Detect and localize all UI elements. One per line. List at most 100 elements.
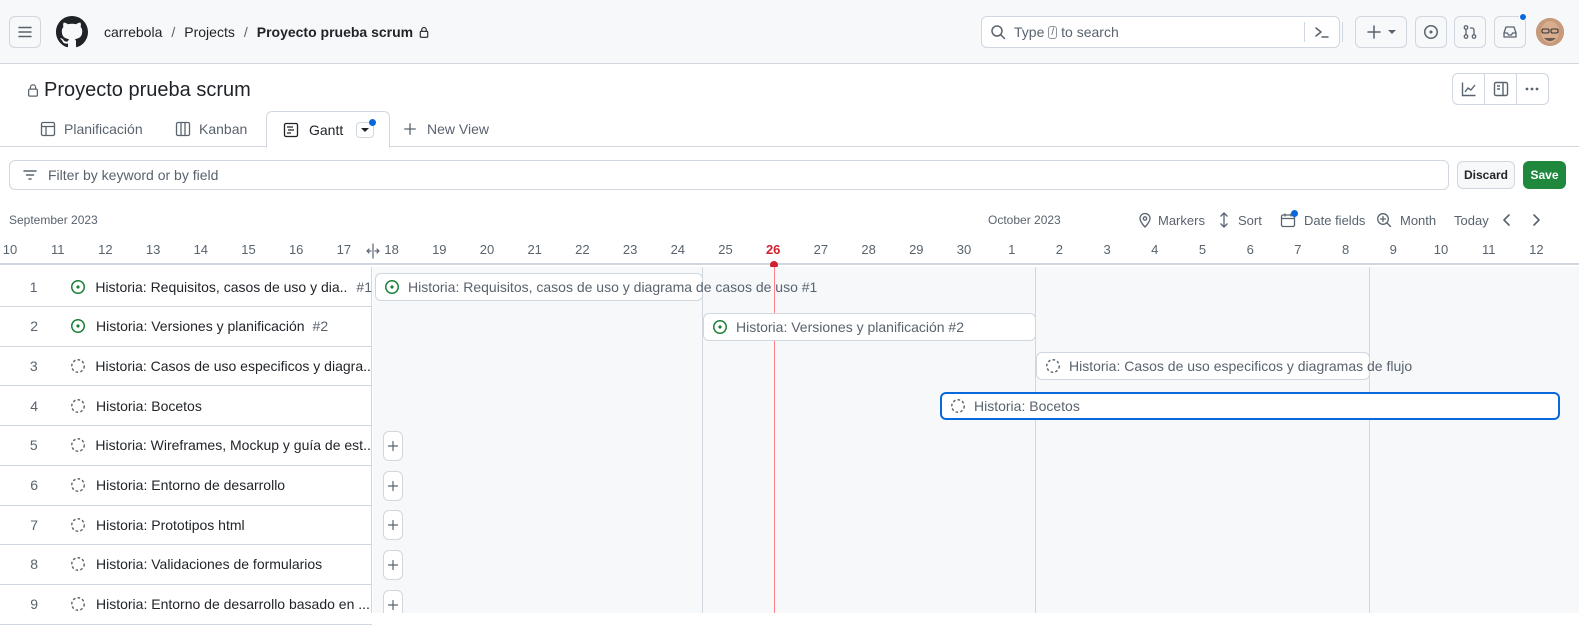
gantt-bar[interactable]: Historia: Requisitos, casos de uso y dia… xyxy=(375,273,817,301)
today-button[interactable]: Today xyxy=(1454,209,1489,231)
issue-draft-icon xyxy=(71,517,85,532)
table-row[interactable]: 2 Historia: Versiones y planificación #2 xyxy=(0,307,372,347)
day-label: 20 xyxy=(479,242,495,257)
row-number: 1 xyxy=(29,278,38,295)
row-gridline xyxy=(373,425,1579,426)
gantt-bar[interactable]: Historia: Bocetos xyxy=(940,392,1560,420)
breadcrumb-owner[interactable]: carrebola xyxy=(104,24,162,40)
issue-draft-icon xyxy=(70,438,85,453)
month-label: September 2023 xyxy=(9,213,98,227)
search-placeholder-before: Type xyxy=(1014,24,1045,40)
save-button[interactable]: Save xyxy=(1523,161,1566,189)
chevron-right-icon xyxy=(1533,214,1540,226)
issue-draft-icon xyxy=(71,557,85,572)
table-icon xyxy=(40,121,56,137)
row-gridline xyxy=(373,346,1579,347)
table-row[interactable]: 3 Historia: Casos de uso especificos y di… xyxy=(0,346,372,387)
status-icon xyxy=(70,517,90,533)
table-row[interactable]: 9 Historia: Entorno de desarrollo basado … xyxy=(0,585,372,625)
status-icon xyxy=(70,279,90,295)
chevron-left-icon xyxy=(1503,214,1510,226)
github-logo-icon[interactable] xyxy=(56,16,88,48)
row-title[interactable]: Historia: Entorno de desarrollo xyxy=(96,477,285,493)
add-date-button[interactable] xyxy=(383,589,403,613)
day-label: 21 xyxy=(527,242,542,257)
insights-button[interactable] xyxy=(1453,74,1486,104)
row-gridline xyxy=(373,306,1579,307)
filter-input[interactable]: Filter by keyword or by field xyxy=(9,160,1449,190)
item-list: 1 Historia: Requisitos, casos de uso y di… xyxy=(0,267,372,625)
issue-open-icon xyxy=(70,279,85,294)
gantt-bar-label: Historia: Versiones y planificación #2 xyxy=(736,319,965,335)
day-label: 23 xyxy=(622,242,638,257)
more-options-button[interactable] xyxy=(1517,74,1548,104)
issues-button[interactable] xyxy=(1415,16,1447,48)
terminal-icon[interactable] xyxy=(1314,24,1330,40)
zoom-level-button[interactable]: Month xyxy=(1376,209,1436,231)
row-title[interactable]: Historia: Prototipos html xyxy=(96,517,245,533)
avatar[interactable] xyxy=(1536,18,1564,46)
tab-gantt[interactable]: Gantt xyxy=(266,111,390,148)
markers-button[interactable]: Markers xyxy=(1137,209,1205,231)
table-row[interactable]: 7 Historia: Prototipos html xyxy=(0,505,372,546)
day-label: 17 xyxy=(336,242,352,257)
hamburger-icon xyxy=(18,26,32,38)
pull-requests-button[interactable] xyxy=(1454,16,1486,48)
add-date-button[interactable] xyxy=(383,510,403,541)
status-icon xyxy=(950,398,966,414)
table-row[interactable]: 8 Historia: Validaciones de formularios xyxy=(0,545,372,585)
search-input[interactable]: Type / to search xyxy=(981,16,1340,48)
row-title[interactable]: Historia: Casos de uso especificos y dia… xyxy=(95,358,372,374)
next-button[interactable] xyxy=(1528,209,1544,231)
issue-open-icon xyxy=(713,320,727,334)
table-row[interactable]: 1 Historia: Requisitos, casos de uso y di… xyxy=(0,267,372,307)
row-number: 9 xyxy=(30,596,38,613)
day-label: 5 xyxy=(1198,242,1207,257)
row-title[interactable]: Historia: Bocetos xyxy=(96,398,202,414)
row-title[interactable]: Historia: Requisitos, casos de uso y dia… xyxy=(95,279,348,295)
create-new-button[interactable] xyxy=(1355,16,1407,48)
row-title[interactable]: Historia: Validaciones de formularios xyxy=(96,556,322,572)
previous-button[interactable] xyxy=(1499,209,1515,231)
discard-button[interactable]: Discard xyxy=(1457,161,1515,189)
add-date-button[interactable] xyxy=(383,549,403,580)
add-date-button[interactable] xyxy=(383,470,403,501)
add-date-button[interactable] xyxy=(383,430,403,461)
row-title[interactable]: Historia: Versiones y planificación xyxy=(96,318,305,334)
day-label: 6 xyxy=(1246,242,1254,257)
tab-planificacion[interactable]: Planificación xyxy=(40,111,143,147)
graph-icon xyxy=(1461,82,1476,97)
tab-new-view[interactable]: New View xyxy=(403,111,489,147)
gantt-bar[interactable]: Historia: Versiones y planificación #2 xyxy=(703,313,1036,341)
table-row[interactable]: 5 Historia: Wireframes, Mockup y guía de … xyxy=(0,426,372,466)
day-label: 22 xyxy=(575,242,590,257)
plus-icon xyxy=(387,520,399,531)
row-ref: #2 xyxy=(312,318,329,335)
pull-request-icon xyxy=(1463,25,1477,39)
row-title[interactable]: Historia: Wireframes, Mockup y guía de e… xyxy=(95,437,372,453)
day-label: 8 xyxy=(1341,242,1350,257)
sort-button[interactable]: Sort xyxy=(1218,209,1262,231)
day-label: 28 xyxy=(861,242,876,257)
inbox-icon xyxy=(1503,26,1517,38)
row-title[interactable]: Historia: Entorno de desarrollo basado e… xyxy=(96,596,370,612)
table-row[interactable]: 4 Historia: Bocetos xyxy=(0,386,372,427)
day-label: 13 xyxy=(145,242,161,257)
issue-draft-icon xyxy=(951,399,965,413)
row-gridline xyxy=(373,505,1579,506)
sidebar-icon xyxy=(1493,81,1508,97)
hamburger-menu-button[interactable] xyxy=(9,16,41,48)
board-icon xyxy=(175,121,191,137)
table-row[interactable]: 6 Historia: Entorno de desarrollo xyxy=(0,466,372,506)
date-fields-button[interactable]: Date fields xyxy=(1280,209,1365,231)
resize-handle-icon[interactable] xyxy=(365,243,381,259)
row-number: 6 xyxy=(30,477,38,493)
day-label: 12 xyxy=(98,242,113,257)
breadcrumb-projects[interactable]: Projects xyxy=(184,24,235,40)
gantt-bar[interactable]: Historia: Casos de uso especificos y dia… xyxy=(1036,352,1412,380)
breadcrumb-project[interactable]: Proyecto prueba scrum xyxy=(257,24,413,40)
side-panel-button[interactable] xyxy=(1485,74,1517,104)
day-label: 18 xyxy=(384,242,399,257)
tab-kanban[interactable]: Kanban xyxy=(175,111,247,147)
row-gridline xyxy=(373,584,1579,585)
